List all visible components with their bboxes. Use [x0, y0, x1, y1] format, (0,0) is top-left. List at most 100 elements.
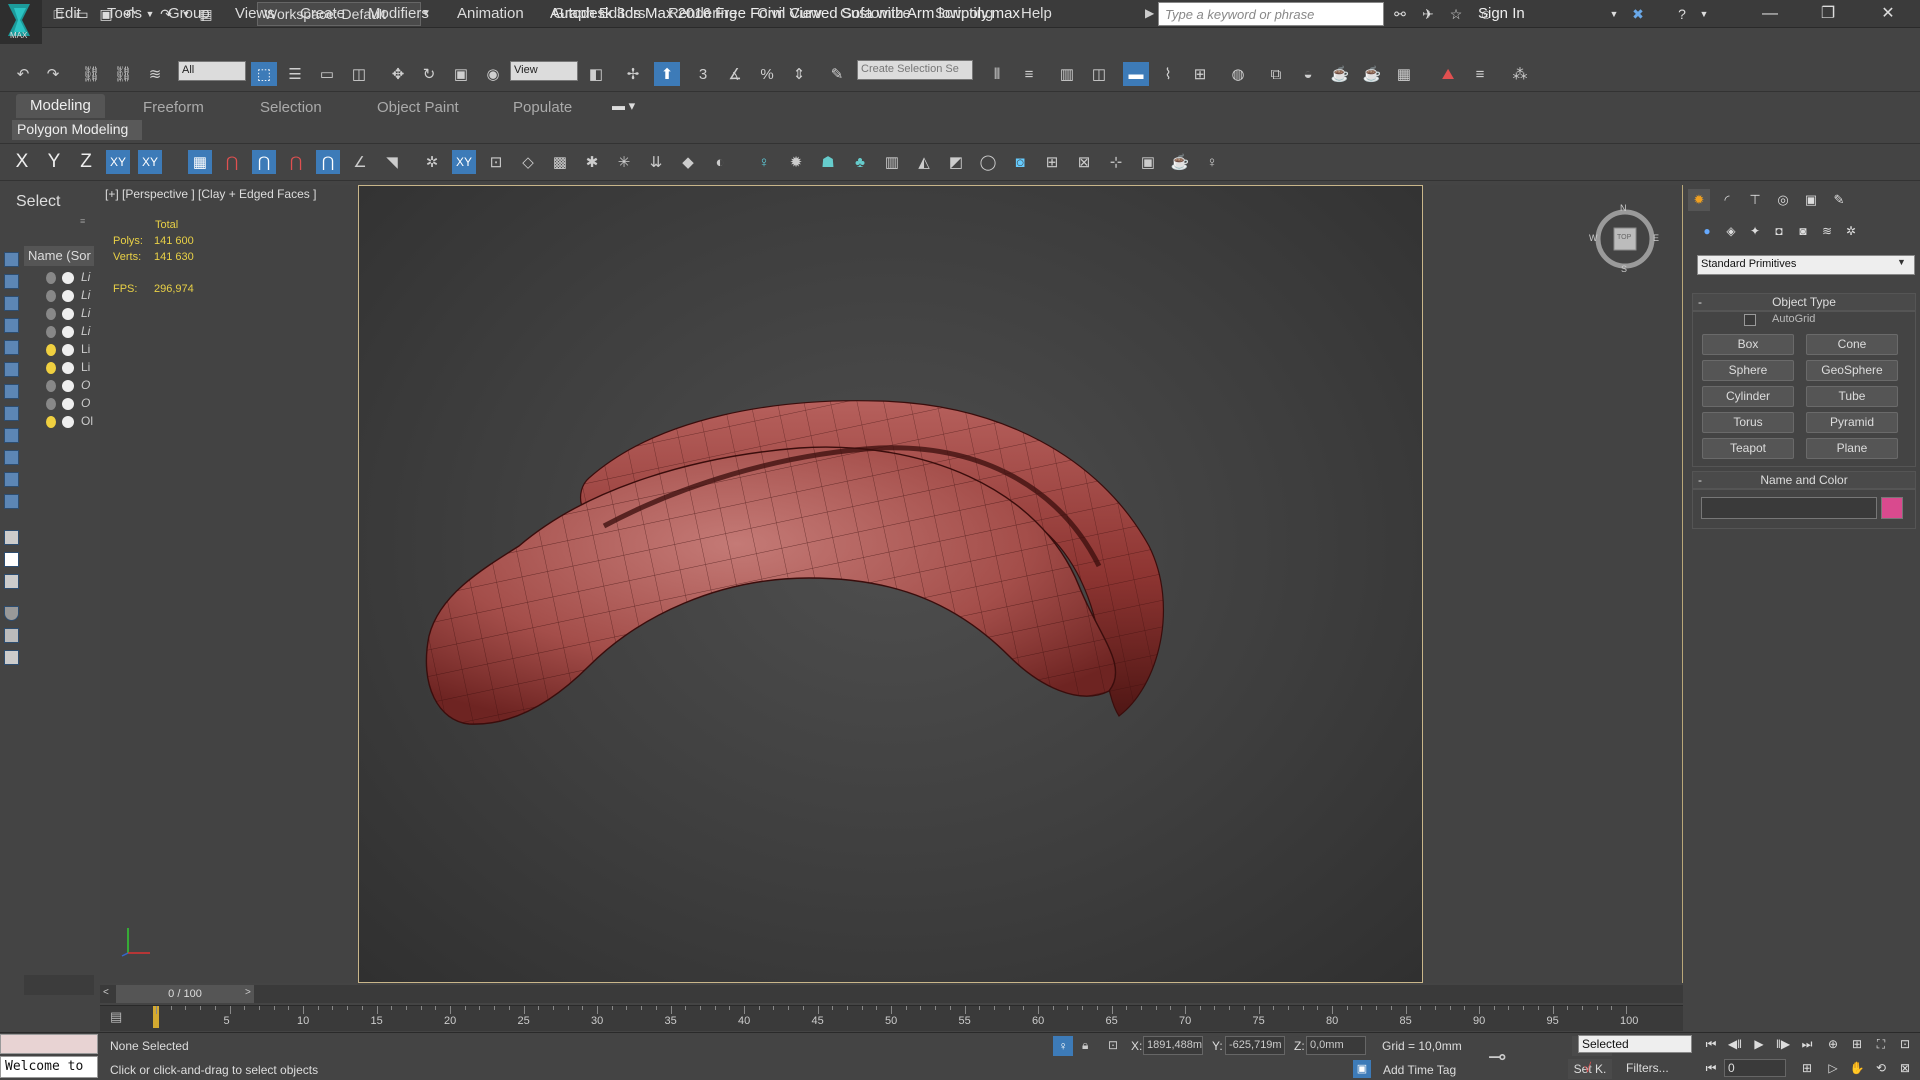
name-color-rollout-header[interactable]: - Name and Color: [1692, 471, 1916, 489]
frame-icon[interactable]: ⊡: [484, 150, 508, 174]
teapot-icon[interactable]: ☕: [1168, 150, 1192, 174]
triangle-right-icon[interactable]: ▶: [1145, 6, 1154, 20]
lock-icon[interactable]: 🔒︎: [1082, 1038, 1088, 1053]
object-color-swatch[interactable]: [1881, 497, 1903, 519]
display-xrefs-icon[interactable]: [4, 450, 19, 465]
restore-icon[interactable]: ❐: [1808, 2, 1848, 26]
light-on-icon[interactable]: [46, 344, 56, 356]
sofa-model[interactable]: [359, 186, 1424, 984]
snap-pivot-icon[interactable]: ✲: [420, 150, 444, 174]
render-region-icon[interactable]: ⊞: [1040, 150, 1064, 174]
axis-x-button[interactable]: X: [10, 150, 34, 174]
display-groups-icon[interactable]: [4, 428, 19, 443]
name-column-header[interactable]: Name (Sor: [24, 246, 94, 266]
selection-filter-dropdown[interactable]: All: [178, 61, 246, 81]
visibility-icon[interactable]: [62, 416, 74, 428]
scene-row[interactable]: Li: [24, 305, 94, 323]
cylinder-button[interactable]: Cylinder: [1702, 386, 1794, 407]
spacewarps-icon[interactable]: ≋: [1817, 221, 1837, 241]
viewport-margin-right[interactable]: [1423, 185, 1683, 983]
visibility-icon[interactable]: [62, 344, 74, 356]
tool-icon[interactable]: ⇊: [644, 150, 668, 174]
time-tag-icon[interactable]: ▣: [1353, 1060, 1371, 1078]
maxscript-listener-input[interactable]: [0, 1034, 98, 1054]
snap-xy-icon[interactable]: XY: [452, 150, 476, 174]
curve-editor-mini-icon[interactable]: ▤: [110, 1009, 122, 1025]
go-to-start-icon[interactable]: ⏮: [1700, 1034, 1722, 1054]
scene-row[interactable]: Li: [24, 359, 94, 377]
motion-tab-icon[interactable]: ◎: [1772, 189, 1794, 211]
y-coord-field[interactable]: -625,719m: [1225, 1036, 1285, 1055]
tab-modeling[interactable]: Modeling: [16, 94, 105, 118]
display-bones-icon[interactable]: [4, 472, 19, 487]
x-coord-field[interactable]: 1891,488m: [1143, 1036, 1203, 1055]
display-geometry-icon[interactable]: [4, 296, 19, 311]
plane-icon[interactable]: ◇: [516, 150, 540, 174]
network-icon[interactable]: ⊹: [1104, 150, 1128, 174]
star-icon[interactable]: ☆: [1446, 4, 1466, 24]
exchange-icon[interactable]: ✖: [1628, 4, 1648, 24]
pivot-center-icon[interactable]: ◧: [583, 62, 609, 86]
window-crossing-icon[interactable]: ◫: [346, 62, 372, 86]
light-off-icon[interactable]: [46, 308, 56, 320]
mirror-icon[interactable]: ⫴: [984, 62, 1010, 86]
chevron-down-icon[interactable]: ▼: [1897, 257, 1906, 267]
ribbon-options-icon[interactable]: ▬ ▾: [612, 98, 635, 114]
play-icon[interactable]: ▶: [1748, 1034, 1770, 1054]
menu-rendering[interactable]: Rendering: [668, 5, 737, 22]
filters-button[interactable]: Filters...: [1626, 1061, 1669, 1075]
go-to-end-icon[interactable]: ⏭: [1796, 1034, 1818, 1054]
menu-edit[interactable]: Edit: [55, 5, 81, 22]
visibility-icon[interactable]: [62, 326, 74, 338]
zoom-extents-all-icon[interactable]: ⊡: [1894, 1034, 1916, 1054]
viewcube[interactable]: N S E W TOP: [1589, 203, 1660, 274]
tab-object-paint[interactable]: Object Paint: [377, 99, 459, 116]
time-slider-right-icon[interactable]: >: [245, 987, 251, 998]
scene-row[interactable]: Ol: [24, 413, 94, 431]
snap-face-icon[interactable]: ⋂: [316, 150, 340, 174]
pan-icon[interactable]: ✋: [1846, 1058, 1868, 1078]
help-icon[interactable]: ?: [1672, 4, 1692, 24]
visibility-icon[interactable]: [62, 272, 74, 284]
civil-view-icon[interactable]: ⛰: [1435, 62, 1461, 86]
key-filter-icon[interactable]: √: [1584, 1060, 1591, 1075]
isolate-selection-icon[interactable]: ♀: [1053, 1036, 1073, 1056]
light-on-icon[interactable]: [46, 362, 56, 374]
axis-xy-cycle-button[interactable]: XY: [138, 150, 162, 174]
axis-xy-button[interactable]: XY: [106, 150, 130, 174]
snap-angle-icon[interactable]: ∠: [348, 150, 372, 174]
monitor-icon[interactable]: ◙: [1008, 150, 1032, 174]
menu-customize[interactable]: Customize: [840, 5, 911, 22]
toggle-ribbon-icon[interactable]: ▬: [1123, 62, 1149, 86]
light-on-icon[interactable]: [46, 416, 56, 428]
torus-button[interactable]: Torus: [1702, 412, 1794, 433]
render-iterative-icon[interactable]: ☕: [1359, 62, 1385, 86]
light-off-icon[interactable]: [46, 380, 56, 392]
cone-button[interactable]: Cone: [1806, 334, 1898, 355]
rotate-icon[interactable]: ↻: [416, 62, 442, 86]
transform-mode-icon[interactable]: ⊡: [1108, 1038, 1118, 1052]
next-frame-icon[interactable]: ‖▶: [1772, 1034, 1794, 1054]
scene-row[interactable]: Li: [24, 341, 94, 359]
config-icon[interactable]: [4, 650, 19, 665]
light-off-icon[interactable]: [46, 398, 56, 410]
crop-icon[interactable]: ⊠: [1072, 150, 1096, 174]
viewport-margin-left[interactable]: [100, 185, 358, 983]
align-icon[interactable]: ≡: [1016, 62, 1042, 86]
utilities-tab-icon[interactable]: ✎: [1828, 189, 1850, 211]
display-tab-icon[interactable]: ▣: [1800, 189, 1822, 211]
perspective-viewport[interactable]: [358, 185, 1423, 983]
light-off-icon[interactable]: [46, 326, 56, 338]
primitive-category-dropdown[interactable]: Standard Primitives: [1697, 255, 1915, 275]
rendered-frame-window-icon[interactable]: ◒: [1295, 62, 1321, 86]
menu-help[interactable]: Help: [1021, 5, 1052, 22]
field-of-view-icon[interactable]: ▷: [1822, 1058, 1844, 1078]
triangle-icon[interactable]: ◭: [912, 150, 936, 174]
people-icon[interactable]: ☗: [816, 150, 840, 174]
display-spacewarps-icon[interactable]: [4, 406, 19, 421]
bind-spacewarp-icon[interactable]: ≋: [142, 62, 168, 86]
named-selection-dropdown[interactable]: Create Selection Se: [857, 60, 973, 80]
select-manipulate-icon[interactable]: ✢: [620, 62, 646, 86]
tube-button[interactable]: Tube: [1806, 386, 1898, 407]
previous-frame-icon[interactable]: ◀‖: [1724, 1034, 1746, 1054]
